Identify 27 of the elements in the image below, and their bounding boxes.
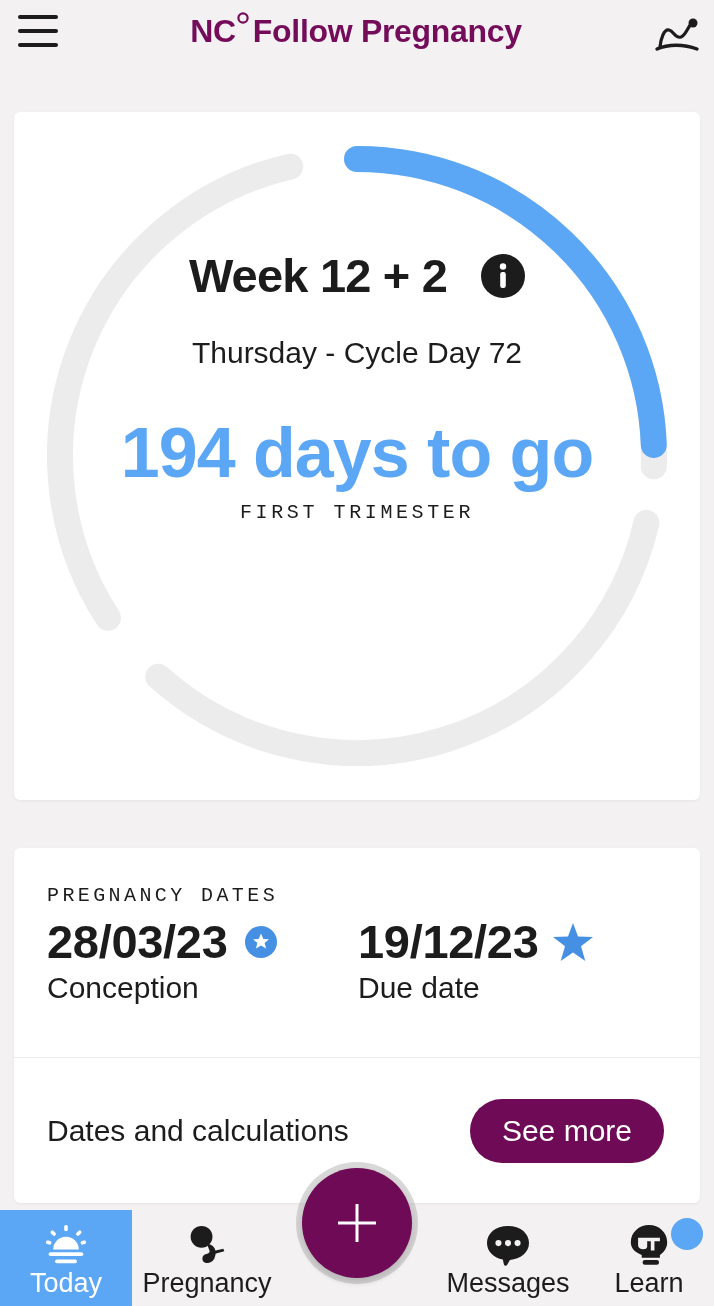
info-icon[interactable]: [481, 254, 526, 298]
plus-icon: [338, 1204, 376, 1242]
date-label: Conception: [47, 971, 199, 1005]
menu-icon[interactable]: [18, 15, 58, 47]
see-more-button[interactable]: See more: [469, 1098, 664, 1163]
date-label: Due date: [358, 971, 480, 1005]
chat-bubble-icon: [485, 1224, 531, 1266]
trimester-label: FIRST TRIMESTER: [240, 501, 474, 525]
date-value: 28/03/23: [47, 916, 228, 968]
add-button[interactable]: [302, 1168, 412, 1278]
logo-ring-icon: [236, 12, 249, 24]
star-icon: [552, 923, 593, 961]
app-title: Follow Pregnancy: [252, 13, 522, 49]
chart-icon[interactable]: [654, 18, 700, 52]
logo-text: NC: [190, 13, 236, 49]
week-heading: Week 12 + 2: [188, 250, 448, 302]
tab[interactable]: Pregnancy: [132, 1210, 282, 1306]
star-badge-icon: [244, 926, 277, 958]
date-value: 19/12/23: [358, 916, 539, 968]
tab[interactable]: Messages: [432, 1210, 584, 1306]
tab[interactable]: Learn: [584, 1210, 714, 1306]
lightbulb-head-icon: [629, 1223, 669, 1267]
dates-calculations-text: Dates and calculations: [47, 1113, 349, 1148]
section-heading: PREGNANCY DATES: [47, 884, 279, 908]
sunrise-icon: [44, 1224, 88, 1266]
cycle-day-text: Thursday - Cycle Day 72: [191, 336, 523, 370]
countdown-text: 194 days to go: [120, 415, 594, 491]
